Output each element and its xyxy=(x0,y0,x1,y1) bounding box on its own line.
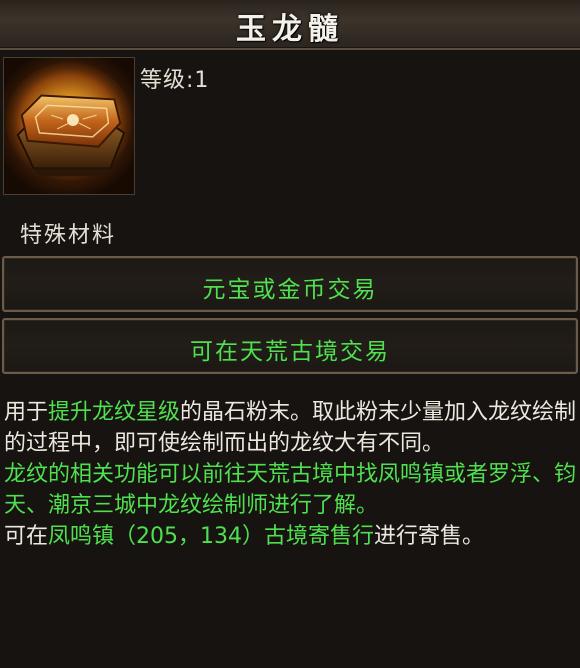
trade-currency-text: 元宝或金币交易 xyxy=(202,277,378,303)
treasure-chest-icon xyxy=(3,57,135,195)
description-highlight: 提升龙纹星级 xyxy=(48,400,181,425)
item-name: 玉龙髓 xyxy=(236,12,344,47)
description-paragraph-hint: 龙纹的相关功能可以前往天荒古境中找凤鸣镇或者罗浮、钧天、潮京三城中龙纹绘制师进行… xyxy=(4,462,577,518)
item-description: 用于提升龙纹星级的晶石粉末。取此粉末少量加入龙纹绘制的过程中，即可使绘制而出的龙… xyxy=(4,397,578,552)
description-highlight: 凤鸣镇（205，134）古境寄售行 xyxy=(48,524,374,549)
description-text: 用于 xyxy=(4,400,49,425)
description-paragraph-effect: 用于提升龙纹星级的晶石粉末。取此粉末少量加入龙纹绘制的过程中，即可使绘制而出的龙… xyxy=(4,397,578,459)
description-paragraph-consignment: 可在凤鸣镇（205，134）古境寄售行进行寄售。 xyxy=(4,521,578,552)
trade-info-box-location: 可在天荒古境交易 xyxy=(2,318,578,374)
title-bar: 玉龙髓 xyxy=(0,0,580,50)
description-text: 进行寄售。 xyxy=(374,524,485,549)
trade-location-text: 可在天荒古境交易 xyxy=(190,339,390,365)
item-tooltip-panel: 玉龙髓 等级:1 特殊材料 元宝或金币交易 可在天荒古境交易 用于提升龙纹星级的… xyxy=(0,0,580,668)
item-level: 等级:1 xyxy=(140,68,210,93)
item-category: 特殊材料 xyxy=(20,223,117,248)
description-text: 可在 xyxy=(4,524,49,549)
trade-info-box-currency: 元宝或金币交易 xyxy=(2,256,578,312)
